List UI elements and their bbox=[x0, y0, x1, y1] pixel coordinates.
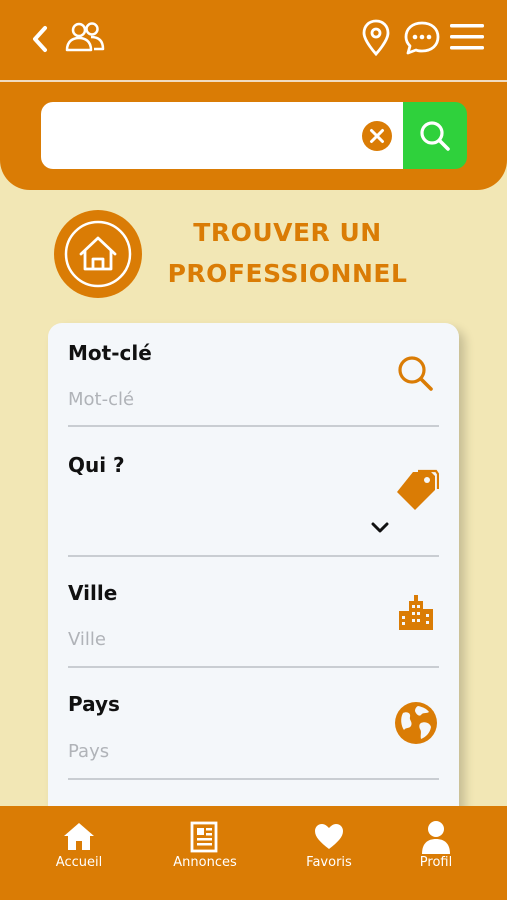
chevron-down-icon bbox=[371, 522, 389, 533]
location-pin-icon[interactable] bbox=[362, 19, 390, 57]
who-label: Qui ? bbox=[68, 453, 125, 477]
search-icon bbox=[420, 121, 450, 151]
divider bbox=[68, 666, 439, 668]
divider bbox=[68, 425, 439, 427]
divider bbox=[68, 778, 439, 780]
nav-label-accueil: Accueil bbox=[55, 855, 103, 870]
clear-x-icon[interactable] bbox=[361, 120, 393, 152]
nav-item-annonces[interactable]: Annonces bbox=[150, 806, 260, 900]
hamburger-menu-icon[interactable] bbox=[449, 22, 485, 52]
newspaper-icon bbox=[190, 821, 218, 853]
users-icon[interactable] bbox=[64, 20, 106, 54]
city-input[interactable] bbox=[68, 625, 368, 653]
nav-label-annonces: Annonces bbox=[173, 855, 237, 870]
top-bar bbox=[0, 0, 507, 80]
user-icon bbox=[422, 821, 450, 854]
search-input[interactable] bbox=[55, 102, 359, 171]
who-select[interactable] bbox=[68, 483, 398, 543]
heart-icon bbox=[315, 824, 343, 849]
home-icon bbox=[64, 823, 94, 850]
chat-bubble-icon[interactable] bbox=[403, 20, 441, 56]
country-input[interactable] bbox=[68, 737, 368, 765]
nav-item-accueil[interactable]: Accueil bbox=[24, 806, 134, 900]
divider bbox=[68, 555, 439, 557]
city-label: Ville bbox=[68, 581, 118, 605]
nav-item-favoris[interactable]: Favoris bbox=[274, 806, 384, 900]
globe-icon bbox=[395, 702, 437, 744]
search-button[interactable] bbox=[403, 102, 467, 169]
nav-label-favoris: Favoris bbox=[306, 855, 352, 870]
nav-item-profil[interactable]: Profil bbox=[381, 806, 491, 900]
page-title: TROUVER UN PROFESSIONNEL bbox=[167, 218, 408, 288]
nav-label-profil: Profil bbox=[419, 855, 453, 870]
search-box bbox=[41, 102, 404, 171]
tags-icon bbox=[397, 469, 439, 510]
bottom-nav: Accueil Annonces Favoris Profil bbox=[0, 806, 507, 900]
back-chevron-icon[interactable] bbox=[30, 24, 52, 54]
country-label: Pays bbox=[68, 692, 120, 716]
home-icon bbox=[54, 210, 142, 298]
buildings-icon bbox=[399, 595, 433, 630]
magnifier-icon bbox=[398, 356, 433, 391]
keyword-input[interactable] bbox=[68, 385, 368, 413]
search-form-card: Mot-clé Qui ? Ville P bbox=[48, 323, 459, 843]
keyword-label: Mot-clé bbox=[68, 341, 152, 365]
